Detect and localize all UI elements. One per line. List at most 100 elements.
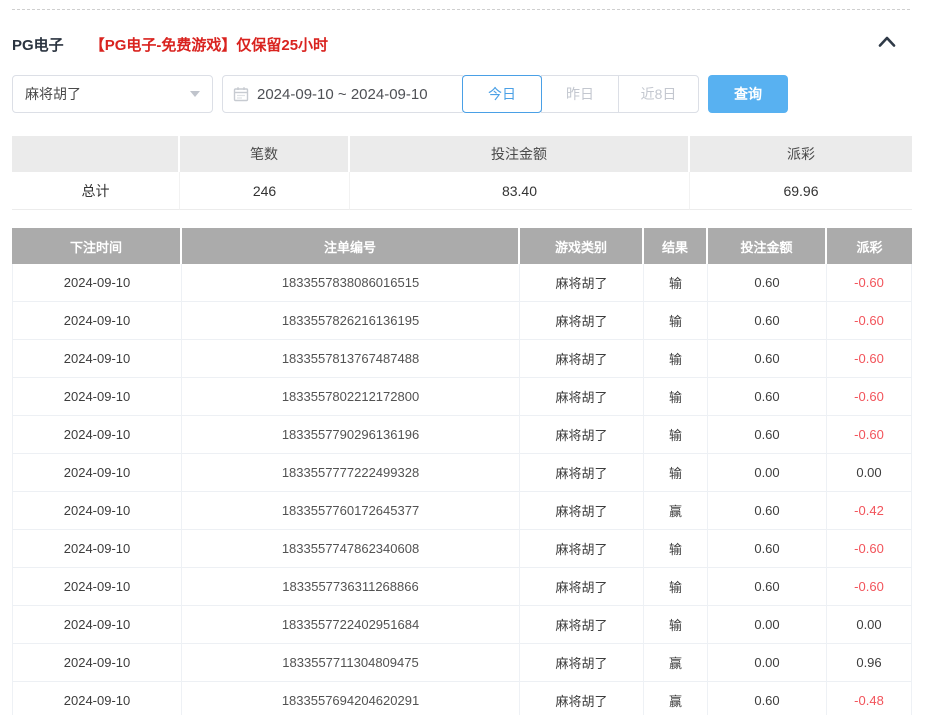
calendar-icon (233, 86, 249, 102)
cell-payout: -0.60 (827, 530, 912, 568)
collapse-panel-button[interactable] (870, 28, 904, 54)
summary-header-empty (12, 136, 180, 172)
cell-result: 输 (644, 606, 708, 644)
cell-payout: -0.60 (827, 302, 912, 340)
cell-bet-time: 2024-09-10 (12, 492, 182, 530)
cell-bet-amount: 0.00 (708, 454, 827, 492)
cell-bet-amount: 0.00 (708, 606, 827, 644)
cell-game-type: 麻将胡了 (520, 568, 644, 606)
table-row: 2024-09-10 1833557760172645377 麻将胡了 赢 0.… (12, 492, 912, 530)
records-body: 2024-09-10 1833557838086016515 麻将胡了 输 0.… (12, 264, 912, 715)
cell-result: 输 (644, 416, 708, 454)
top-dashed-divider (12, 9, 910, 10)
game-select[interactable]: 麻将胡了 (12, 75, 213, 113)
records-header-payout: 派彩 (827, 228, 912, 264)
cell-bet-time: 2024-09-10 (12, 644, 182, 682)
summary-header-count: 笔数 (180, 136, 350, 172)
cell-bet-amount: 0.60 (708, 568, 827, 606)
cell-order-no: 1833557722402951684 (182, 606, 520, 644)
records-table: 下注时间 注单编号 游戏类别 结果 投注金额 派彩 2024-09-10 183… (12, 228, 912, 715)
table-row: 2024-09-10 1833557694204620291 麻将胡了 赢 0.… (12, 682, 912, 715)
game-select-value: 麻将胡了 (25, 84, 184, 104)
cell-result: 输 (644, 264, 708, 302)
cell-bet-amount: 0.60 (708, 302, 827, 340)
cell-result: 赢 (644, 492, 708, 530)
cell-result: 输 (644, 340, 708, 378)
cell-result: 赢 (644, 644, 708, 682)
cell-game-type: 麻将胡了 (520, 340, 644, 378)
cell-order-no: 1833557790296136196 (182, 416, 520, 454)
cell-bet-amount: 0.60 (708, 264, 827, 302)
cell-game-type: 麻将胡了 (520, 302, 644, 340)
cell-result: 输 (644, 454, 708, 492)
filter-bar: 麻将胡了 2024-09-10 ~ 2024-09-10 今日 昨日 近8日 (12, 75, 912, 113)
cell-game-type: 麻将胡了 (520, 454, 644, 492)
cell-payout: -0.60 (827, 264, 912, 302)
panel-notice: 【PG电子-免费游戏】仅保留25小时 (90, 34, 328, 55)
summary-total-label: 总计 (12, 172, 180, 210)
table-row: 2024-09-10 1833557826216136195 麻将胡了 输 0.… (12, 302, 912, 340)
quick-button-yesterday[interactable]: 昨日 (541, 75, 619, 113)
cell-payout: 0.96 (827, 644, 912, 682)
cell-bet-time: 2024-09-10 (12, 454, 182, 492)
table-row: 2024-09-10 1833557802212172800 麻将胡了 输 0.… (12, 378, 912, 416)
cell-bet-time: 2024-09-10 (12, 682, 182, 715)
cell-game-type: 麻将胡了 (520, 530, 644, 568)
quick-button-today[interactable]: 今日 (462, 75, 542, 113)
records-header-result: 结果 (644, 228, 708, 264)
cell-bet-time: 2024-09-10 (12, 606, 182, 644)
cell-payout: -0.48 (827, 682, 912, 715)
records-header-bet-time: 下注时间 (12, 228, 182, 264)
quick-date-button-group: 今日 昨日 近8日 (462, 75, 699, 113)
cell-bet-amount: 0.60 (708, 416, 827, 454)
panel-title: PG电子 (12, 34, 64, 55)
summary-total-row: 总计 246 83.40 69.96 (12, 172, 912, 210)
cell-order-no: 1833557813767487488 (182, 340, 520, 378)
table-row: 2024-09-10 1833557777222499328 麻将胡了 输 0.… (12, 454, 912, 492)
panel-header: PG电子 【PG电子-免费游戏】仅保留25小时 (12, 32, 900, 56)
table-row: 2024-09-10 1833557790296136196 麻将胡了 输 0.… (12, 416, 912, 454)
cell-bet-time: 2024-09-10 (12, 302, 182, 340)
cell-bet-amount: 0.00 (708, 644, 827, 682)
date-range-value: 2024-09-10 ~ 2024-09-10 (257, 86, 428, 103)
cell-order-no: 1833557747862340608 (182, 530, 520, 568)
cell-game-type: 麻将胡了 (520, 264, 644, 302)
summary-header-payout: 派彩 (690, 136, 912, 172)
table-row: 2024-09-10 1833557722402951684 麻将胡了 输 0.… (12, 606, 912, 644)
cell-bet-amount: 0.60 (708, 492, 827, 530)
records-header-bet-amount: 投注金额 (708, 228, 827, 264)
summary-total-payout: 69.96 (690, 172, 912, 210)
cell-result: 赢 (644, 682, 708, 715)
cell-order-no: 1833557760172645377 (182, 492, 520, 530)
chevron-down-icon (190, 91, 200, 97)
summary-table: 笔数 投注金额 派彩 总计 246 83.40 69.96 (12, 136, 912, 210)
cell-bet-time: 2024-09-10 (12, 378, 182, 416)
quick-button-last8days[interactable]: 近8日 (618, 75, 699, 113)
cell-bet-time: 2024-09-10 (12, 264, 182, 302)
cell-bet-time: 2024-09-10 (12, 416, 182, 454)
cell-game-type: 麻将胡了 (520, 606, 644, 644)
cell-result: 输 (644, 302, 708, 340)
cell-order-no: 1833557711304809475 (182, 644, 520, 682)
cell-payout: -0.42 (827, 492, 912, 530)
table-row: 2024-09-10 1833557813767487488 麻将胡了 输 0.… (12, 340, 912, 378)
date-range-input[interactable]: 2024-09-10 ~ 2024-09-10 (222, 75, 465, 113)
summary-total-bet-amount: 83.40 (350, 172, 690, 210)
cell-payout: -0.60 (827, 568, 912, 606)
cell-payout: 0.00 (827, 606, 912, 644)
cell-payout: -0.60 (827, 378, 912, 416)
table-row: 2024-09-10 1833557711304809475 麻将胡了 赢 0.… (12, 644, 912, 682)
cell-result: 输 (644, 378, 708, 416)
cell-order-no: 1833557694204620291 (182, 682, 520, 715)
search-button[interactable]: 查询 (708, 75, 788, 113)
summary-header-bet-amount: 投注金额 (350, 136, 690, 172)
cell-bet-time: 2024-09-10 (12, 530, 182, 568)
cell-result: 输 (644, 568, 708, 606)
cell-bet-amount: 0.60 (708, 682, 827, 715)
summary-header-row: 笔数 投注金额 派彩 (12, 136, 912, 172)
cell-bet-time: 2024-09-10 (12, 568, 182, 606)
cell-bet-amount: 0.60 (708, 378, 827, 416)
cell-game-type: 麻将胡了 (520, 492, 644, 530)
cell-bet-amount: 0.60 (708, 340, 827, 378)
cell-order-no: 1833557736311268866 (182, 568, 520, 606)
